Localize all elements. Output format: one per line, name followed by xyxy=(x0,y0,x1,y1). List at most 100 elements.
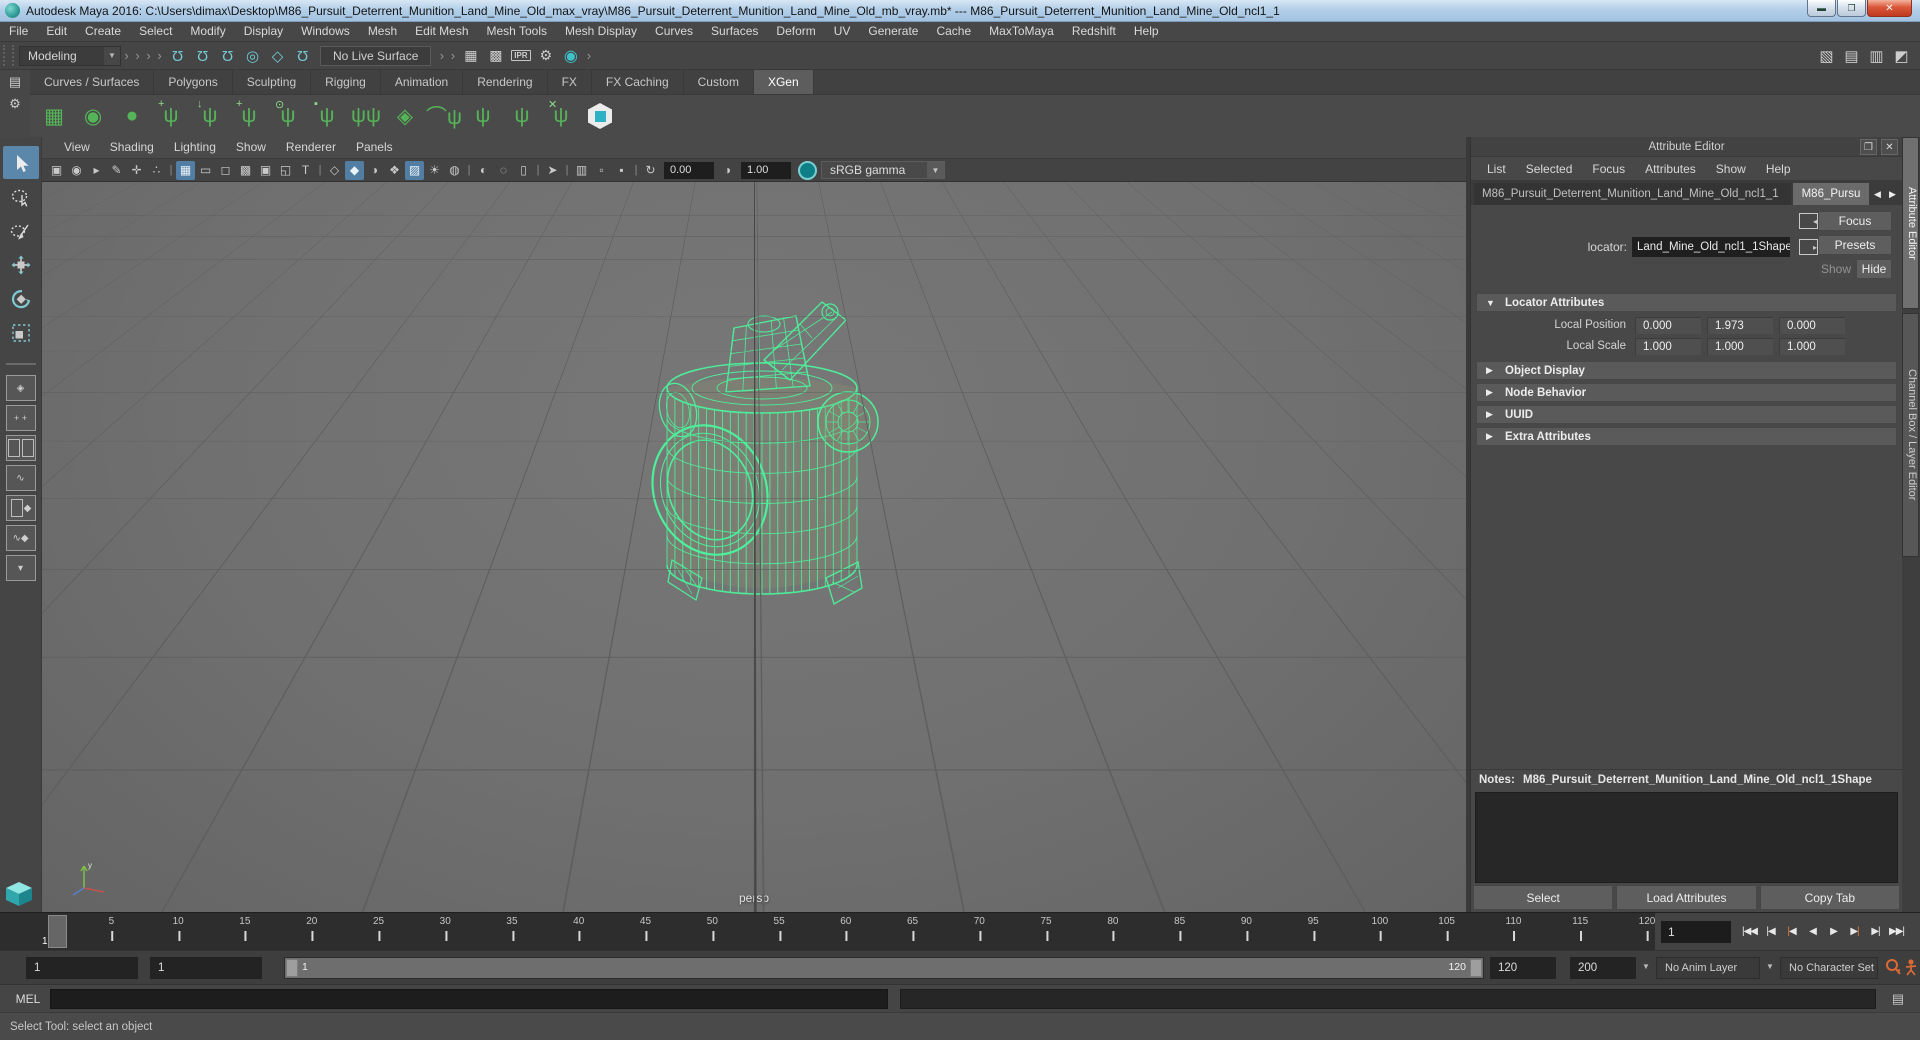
shelf-tab-fx[interactable]: FX xyxy=(548,70,592,94)
menu-edit[interactable]: Edit xyxy=(37,22,76,41)
close-button[interactable]: ✕ xyxy=(1867,0,1912,17)
convert-primitives-icon[interactable]: ◈ xyxy=(389,99,421,133)
select-tool-button[interactable] xyxy=(2,146,39,179)
section-extra-attributes[interactable]: ▶ Extra Attributes xyxy=(1476,427,1897,446)
attribute-editor-toggle-icon[interactable]: ▤ xyxy=(1839,45,1864,67)
guide-visibility-icon[interactable]: ψ ⊙ xyxy=(272,99,304,133)
character-set-dropdown[interactable]: No Character Set xyxy=(1780,957,1878,979)
field-chart-icon[interactable]: ▣ xyxy=(256,161,275,180)
menu-help[interactable]: Help xyxy=(1125,22,1168,41)
layout-outliner-persp-button[interactable] xyxy=(5,435,36,461)
add-density-icon[interactable]: ψ + xyxy=(233,98,265,133)
attribute-editor-header[interactable]: Attribute Editor ❐ ✕ xyxy=(1471,137,1902,157)
lasso-tool-button[interactable] xyxy=(3,180,39,213)
ambient-occlusion-icon[interactable]: ◍ xyxy=(445,161,464,180)
animation-start-field[interactable]: 1 xyxy=(26,957,138,979)
3d-model-landmine-wireframe[interactable] xyxy=(614,282,904,618)
ipr-render-icon[interactable]: IPR xyxy=(508,45,533,67)
color-management-toggle-icon[interactable] xyxy=(798,160,817,180)
gamma-icon[interactable]: ◑ xyxy=(718,161,737,180)
maya-cube-icon[interactable] xyxy=(4,881,34,910)
menu-create[interactable]: Create xyxy=(76,22,130,41)
step-forward-key-button[interactable]: ▶| xyxy=(1865,922,1886,942)
bookmark-icon[interactable]: ▸ xyxy=(87,161,106,180)
connection-out-icon[interactable]: ▸ xyxy=(1799,239,1818,255)
menu-maxtomaya[interactable]: MaxToMaya xyxy=(980,22,1063,41)
ae-menu-help[interactable]: Help xyxy=(1756,162,1801,176)
panel-menu-renderer[interactable]: Renderer xyxy=(276,137,346,158)
animation-end-field[interactable]: 200 xyxy=(1570,957,1636,979)
layout-single-pane-button[interactable]: ◈ xyxy=(5,375,36,401)
playback-start-field[interactable]: 1 xyxy=(150,957,262,979)
xray-active-icon[interactable]: ▪ xyxy=(612,161,631,180)
ae-menu-list[interactable]: List xyxy=(1477,162,1516,176)
sidebar-tab-attribute-editor[interactable]: Attribute Editor xyxy=(1902,137,1919,309)
gamma-field[interactable]: 1.00 xyxy=(741,161,791,179)
locator-name-field[interactable]: Land_Mine_Old_ncl1_1Shape xyxy=(1632,237,1790,257)
shelf-tab-sculpting[interactable]: Sculpting xyxy=(233,70,312,94)
shaded-mode-icon[interactable]: ◆ xyxy=(345,160,364,180)
local-scale-y-field[interactable]: 1.000 xyxy=(1707,337,1773,355)
layout-four-pane-button[interactable]: + + xyxy=(5,405,36,431)
modeling-toolkit-toggle-icon[interactable]: ▧ xyxy=(1814,45,1839,67)
group-separator[interactable]: › xyxy=(447,48,458,63)
toolbar-grip[interactable] xyxy=(3,45,14,66)
menu-mesh[interactable]: Mesh xyxy=(359,22,406,41)
xgen-sphere-icon[interactable]: ● xyxy=(116,99,148,133)
snap-view-plane-icon[interactable]: ◇ xyxy=(265,45,290,67)
viewport-3d-canvas[interactable]: y persp xyxy=(42,182,1466,912)
hypershade-icon[interactable]: ◉ xyxy=(558,45,583,67)
xgen-logo-icon[interactable] xyxy=(584,99,616,133)
menu-set-selector[interactable]: Modeling ▼ xyxy=(19,45,121,66)
character-set-icon[interactable] xyxy=(1902,958,1918,979)
import-guides-icon[interactable]: ψ ↓ xyxy=(194,98,226,133)
safe-title-icon[interactable]: T xyxy=(296,161,315,180)
current-frame-field[interactable]: 1 xyxy=(1661,920,1731,943)
section-object-display[interactable]: ▶ Object Display xyxy=(1476,361,1897,380)
connection-in-icon[interactable]: ◂ xyxy=(1799,213,1818,229)
panel-menu-view[interactable]: View xyxy=(54,137,100,158)
shadows-icon[interactable]: ☀ xyxy=(425,161,444,180)
group-separator[interactable]: › xyxy=(154,48,165,63)
menu-select[interactable]: Select xyxy=(130,22,181,41)
time-slider-track[interactable]: 5 10 15 20 25 30 35 40 45 50 55 60 65 70… xyxy=(42,913,1655,950)
camera-attributes-icon[interactable]: ◉ xyxy=(67,161,86,180)
hide-button[interactable]: Hide xyxy=(1856,259,1892,279)
go-to-end-button[interactable]: ▶▶| xyxy=(1886,922,1907,942)
shelf-tab-animation[interactable]: Animation xyxy=(381,70,464,94)
channel-box-toggle-icon[interactable]: ◩ xyxy=(1889,45,1914,67)
update-guides-icon[interactable]: ψψ xyxy=(350,99,382,133)
xgen-sphere-guides-icon[interactable]: ◉ xyxy=(77,99,109,133)
ae-menu-attributes[interactable]: Attributes xyxy=(1635,162,1706,176)
shelf-tab-fx-caching[interactable]: FX Caching xyxy=(592,70,684,94)
node-tab-shape[interactable]: M86_Pursu xyxy=(1793,183,1869,205)
menu-edit-mesh[interactable]: Edit Mesh xyxy=(406,22,477,41)
section-locator-attributes[interactable]: ▼ Locator Attributes xyxy=(1476,293,1897,312)
menu-windows[interactable]: Windows xyxy=(292,22,359,41)
use-all-lights-icon[interactable]: ▨ xyxy=(405,160,424,180)
textured-mode-icon[interactable]: ❖ xyxy=(385,161,404,180)
close-panel-icon[interactable]: ✕ xyxy=(1881,139,1898,155)
local-position-z-field[interactable]: 0.000 xyxy=(1779,316,1845,334)
panel-menu-lighting[interactable]: Lighting xyxy=(164,137,226,158)
comb-brush-icon[interactable]: ⌒ψ xyxy=(426,99,462,133)
shelf-tab-xgen[interactable]: XGen xyxy=(753,70,814,94)
ae-menu-focus[interactable]: Focus xyxy=(1582,162,1635,176)
sidebar-tab-channel-box[interactable]: Channel Box / Layer Editor xyxy=(1902,313,1919,557)
presets-button[interactable]: Presets xyxy=(1818,235,1892,255)
snap-grid-icon[interactable]: Ω xyxy=(165,45,190,67)
float-panel-icon[interactable]: ❐ xyxy=(1860,139,1877,155)
select-guides-icon[interactable]: ψ xyxy=(467,99,499,133)
lock-guides-icon[interactable]: ψ ▪ xyxy=(311,98,343,133)
group-separator[interactable]: › xyxy=(132,48,143,63)
scale-tool-button[interactable] xyxy=(3,316,39,349)
move-tool-button[interactable] xyxy=(3,248,39,281)
resolution-gate-icon[interactable]: ◻ xyxy=(216,161,235,180)
panel-menu-show[interactable]: Show xyxy=(226,137,276,158)
isolate-select-icon[interactable]: ➤ xyxy=(543,161,562,180)
focus-button[interactable]: Focus xyxy=(1818,211,1892,231)
wireframe-on-shaded-icon[interactable]: ◑ xyxy=(365,161,384,180)
2d-pan-zoom-icon[interactable]: ✛ xyxy=(127,161,146,180)
add-guide-icon[interactable]: ψ + xyxy=(155,98,187,133)
menu-deform[interactable]: Deform xyxy=(767,22,824,41)
